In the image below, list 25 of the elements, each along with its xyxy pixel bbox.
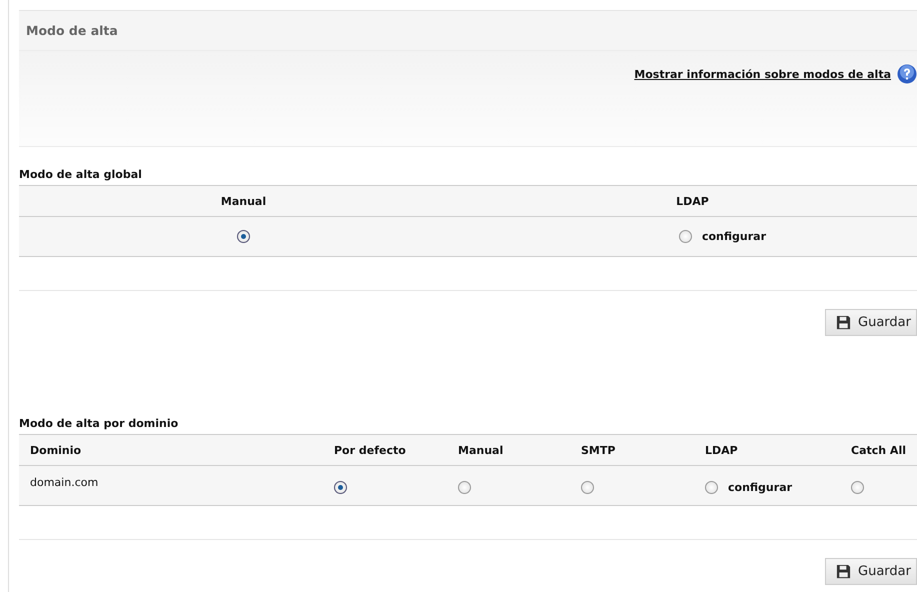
configure-link[interactable]: configurar (702, 230, 766, 243)
configure-link[interactable]: configurar (728, 481, 792, 494)
column-header: Manual (220, 194, 268, 208)
domain-cell-text: domain.com (30, 476, 100, 489)
column-header: LDAP (705, 444, 739, 456)
column-header: Catch All (851, 444, 907, 456)
radio-button[interactable] (678, 230, 692, 243)
section-title: Modo de alta global (19, 168, 143, 183)
radio-button[interactable] (705, 481, 718, 494)
save-button[interactable]: Guardar (825, 309, 917, 336)
help-icon[interactable] (897, 64, 917, 84)
column-header: LDAP (675, 194, 710, 208)
column-header: Manual (458, 444, 504, 456)
save-button[interactable]: Guardar (825, 558, 917, 585)
panel-title: Modo de alta (26, 23, 118, 38)
column-header: SMTP (581, 444, 616, 456)
column-header: Dominio (30, 444, 82, 456)
radio-button[interactable] (334, 481, 347, 494)
column-header: Por defecto (334, 444, 407, 456)
radio-button[interactable] (851, 481, 864, 494)
radio-button[interactable] (458, 481, 471, 494)
section-title: Modo de alta por dominio (19, 417, 180, 432)
radio-button[interactable] (237, 230, 250, 243)
info-link[interactable]: Mostrar información sobre modos de alta (634, 68, 891, 81)
radio-button[interactable] (581, 481, 594, 494)
